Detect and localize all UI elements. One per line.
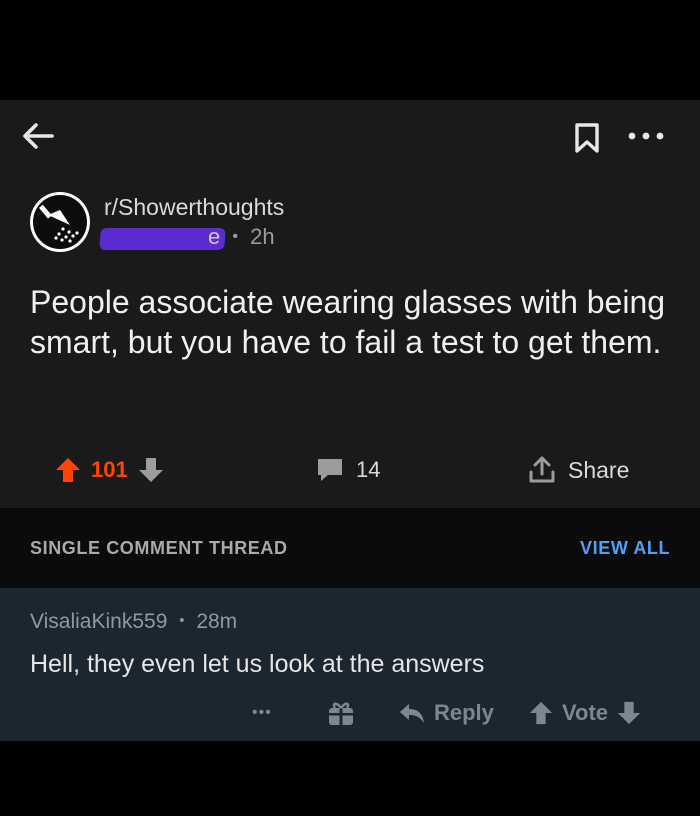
shower-head-icon	[33, 195, 87, 249]
gift-icon	[329, 702, 353, 725]
comment-body: Hell, they even let us look at the answe…	[30, 650, 485, 678]
comment-icon	[318, 459, 342, 481]
bookmark-icon[interactable]	[572, 122, 602, 154]
reply-button[interactable]: Reply	[398, 696, 494, 730]
post-title[interactable]: People associate wearing glasses with be…	[30, 282, 680, 362]
reply-label: Reply	[434, 700, 494, 725]
comment-meta: VisaliaKink559 • 28m	[30, 610, 237, 634]
view-all-link[interactable]: VIEW ALL	[580, 538, 670, 559]
author-redaction	[99, 228, 226, 250]
upvote-icon[interactable]	[55, 456, 81, 484]
reply-icon	[400, 704, 424, 723]
post-meta: e • 2h	[208, 224, 275, 250]
comment-author[interactable]: VisaliaKink559	[30, 610, 167, 633]
share-label: Share	[568, 456, 630, 483]
subreddit-avatar[interactable]	[30, 192, 90, 252]
vote-count: 101	[91, 457, 128, 482]
vote-label: Vote	[562, 700, 609, 725]
downvote-icon[interactable]	[138, 456, 164, 484]
share-icon	[529, 456, 555, 483]
award-button[interactable]	[326, 696, 356, 730]
comment-more-icon: •••	[252, 704, 272, 721]
comment-meta-separator: •	[179, 612, 185, 629]
comment-more-button[interactable]: •••	[252, 696, 272, 730]
comments-button[interactable]: 14	[316, 452, 380, 488]
thread-label: SINGLE COMMENT THREAD	[30, 538, 288, 558]
share-button[interactable]: Share	[528, 452, 629, 488]
comment-downvote-icon[interactable]	[616, 700, 642, 726]
post-age: 2h	[250, 224, 275, 249]
subreddit-name[interactable]: r/Showerthoughts	[104, 194, 284, 221]
comment-count: 14	[356, 457, 381, 482]
comment-vote-group: Vote	[528, 696, 642, 730]
author-name-fragment[interactable]: e	[208, 224, 220, 249]
meta-separator: •	[232, 228, 238, 245]
vote-group: 101	[55, 452, 164, 488]
arrow-left-icon[interactable]	[20, 118, 56, 154]
comment-upvote-icon[interactable]	[528, 700, 554, 726]
more-horizontal-icon[interactable]	[626, 124, 666, 148]
comment-age: 28m	[196, 610, 238, 633]
